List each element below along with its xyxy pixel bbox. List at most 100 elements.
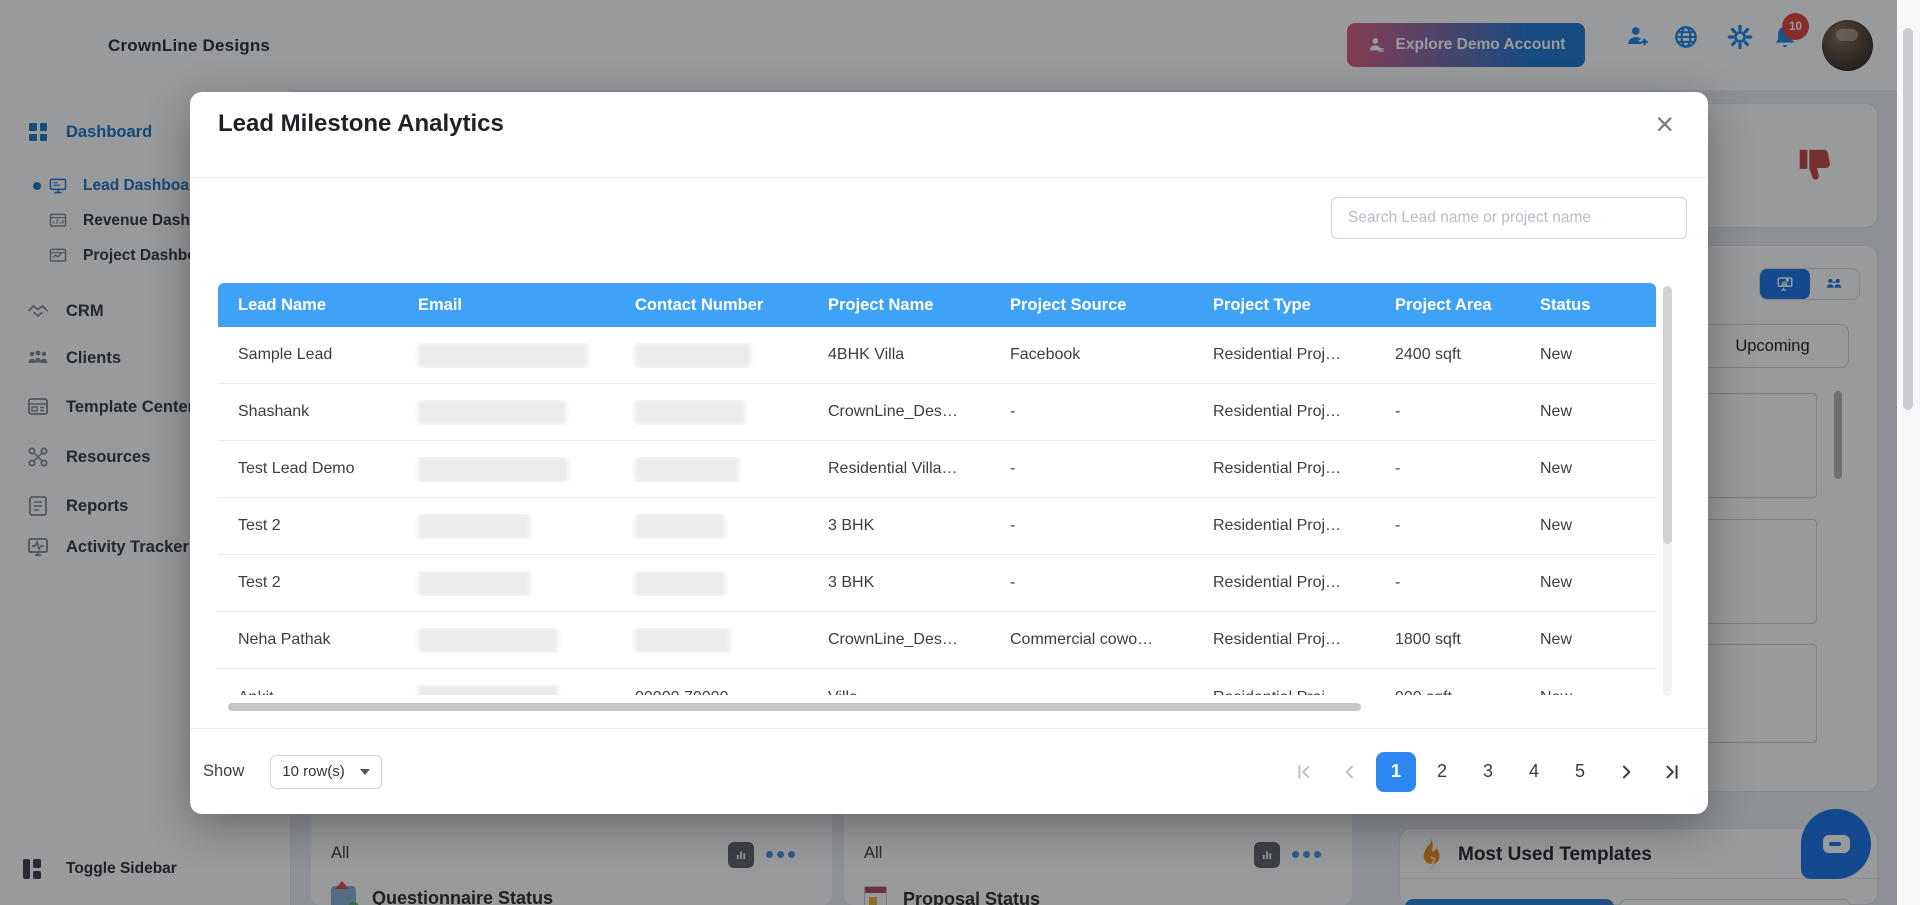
pagination: 12345 <box>1284 751 1692 792</box>
page-button-3[interactable]: 3 <box>1468 752 1508 792</box>
table-header-row: Lead Name Email Contact Number Project Name… <box>218 283 1656 327</box>
column-header-project-type: Project Type <box>1213 295 1311 314</box>
cell-email <box>398 456 615 482</box>
cell-project-type: Residential Proj… <box>1213 346 1342 363</box>
cell-project-type: Residential Proj… <box>1213 460 1342 477</box>
page-button-5[interactable]: 5 <box>1560 752 1600 792</box>
redacted-contact-block <box>635 627 730 653</box>
cell-project-source: - <box>990 689 1193 696</box>
column-header-lead-name: Lead Name <box>238 295 327 314</box>
cell-contact-number <box>615 570 808 596</box>
cell-contact-number <box>615 399 808 425</box>
page-button-4[interactable]: 4 <box>1514 752 1554 792</box>
column-header-project-area: Project Area <box>1395 295 1492 314</box>
first-page-button[interactable] <box>1284 752 1324 792</box>
cell-lead-name: Shashank <box>238 403 310 420</box>
cell-lead-name: Test Lead Demo <box>238 460 355 477</box>
column-header-contact-number: Contact Number <box>635 295 764 314</box>
cell-status: New <box>1540 460 1573 477</box>
cell-project-type: Residential Proj… <box>1213 574 1342 591</box>
redacted-contact-block <box>635 456 739 482</box>
table-row: Ankit 00000 70000Villa-Residential Proj…9… <box>218 669 1656 695</box>
page-button-2[interactable]: 2 <box>1422 752 1462 792</box>
lead-table: Lead Name Email Contact Number Project Name… <box>218 283 1656 695</box>
redacted-contact-block <box>635 570 725 596</box>
cell-project-name: 3 BHK <box>828 574 875 591</box>
partial-table-row: Ankit 00000 70000Villa-Residential Proj…9… <box>218 669 1656 695</box>
table-body: Sample Lead 4BHK Villa Facebook Residential… <box>218 327 1656 669</box>
cell-project-source: - <box>1010 517 1016 534</box>
table-vertical-scrollbar-thumb[interactable] <box>1663 286 1672 544</box>
page-button-1[interactable]: 1 <box>1376 751 1416 792</box>
show-label: Show <box>203 762 245 780</box>
cell-project-name: Villa <box>808 689 990 696</box>
cell-project-name: 4BHK Villa <box>828 346 905 363</box>
previous-page-button[interactable] <box>1330 752 1370 792</box>
cell-project-type: Residential Proj… <box>1213 517 1342 534</box>
cell-lead-name: Test 2 <box>238 574 281 591</box>
cell-contact-number <box>615 513 808 539</box>
table-row: Shashank CrownLine_Des… - Residential Proj…… <box>218 384 1656 441</box>
table-row: Test Lead Demo Residential Villa… - Residen… <box>218 441 1656 498</box>
cell-status: New <box>1540 631 1573 648</box>
cell-project-type: Residential Proj… <box>1213 403 1342 420</box>
cell-status: New <box>1540 346 1573 363</box>
cell-project-name: CrownLine_Des… <box>828 403 958 420</box>
cell-project-area: - <box>1395 517 1401 534</box>
cell-email <box>398 513 615 539</box>
cell-contact-number <box>615 627 808 653</box>
column-header-status: Status <box>1540 295 1591 314</box>
rows-per-page-value: 10 row(s) <box>282 763 345 780</box>
cell-email <box>398 685 615 695</box>
cell-email <box>398 399 615 425</box>
cell-project-area: - <box>1395 460 1401 477</box>
column-header-project-source: Project Source <box>1010 295 1127 314</box>
cell-project-area: - <box>1395 574 1401 591</box>
cell-status: New <box>1540 517 1573 534</box>
redacted-email-block <box>418 685 558 695</box>
redacted-contact-block <box>635 513 725 539</box>
redacted-email-block <box>418 513 530 539</box>
cell-project-area: 1800 sqft <box>1395 631 1461 648</box>
cell-project-area: 2400 sqft <box>1395 346 1461 363</box>
cell-project-area: 900 sqft <box>1375 689 1520 696</box>
cell-lead-name: Sample Lead <box>238 346 333 363</box>
cell-project-source: Facebook <box>1010 346 1081 363</box>
close-icon[interactable]: × <box>1655 108 1674 140</box>
rows-per-page-select[interactable]: 10 row(s) <box>270 754 383 789</box>
divider <box>190 177 1708 178</box>
page-scrollbar-thumb[interactable] <box>1903 28 1913 410</box>
cell-lead-name: Neha Pathak <box>238 631 331 648</box>
redacted-email-block <box>418 627 558 653</box>
column-header-project-name: Project Name <box>828 295 934 314</box>
chevron-down-icon <box>360 768 371 775</box>
next-page-button[interactable] <box>1606 752 1646 792</box>
cell-project-type: Residential Proj… <box>1193 689 1375 696</box>
cell-project-source: - <box>1010 403 1016 420</box>
lead-milestone-analytics-modal: Lead Milestone Analytics × Lead Name Emai… <box>190 92 1708 814</box>
table-row: Test 2 3 BHK - Residential Proj… - New <box>218 555 1656 612</box>
redacted-email-block <box>418 570 530 596</box>
redacted-contact-block <box>635 342 751 368</box>
last-page-button[interactable] <box>1652 752 1692 792</box>
cell-status: New <box>1540 403 1573 420</box>
cell-lead-name: Ankit <box>218 689 398 696</box>
cell-project-area: - <box>1395 403 1401 420</box>
column-header-email: Email <box>418 295 463 314</box>
modal-title: Lead Milestone Analytics <box>218 110 504 137</box>
table-vertical-scrollbar[interactable] <box>1663 286 1672 696</box>
search-input[interactable] <box>1331 197 1687 239</box>
table-horizontal-scrollbar-thumb[interactable] <box>228 703 1361 711</box>
cell-project-source: Commercial cowo… <box>1010 631 1154 648</box>
table-row: Neha Pathak CrownLine_Des… Commercial cowo… <box>218 612 1656 669</box>
cell-status: New <box>1540 574 1573 591</box>
page-scrollbar[interactable] <box>1897 0 1920 905</box>
cell-email <box>398 627 615 653</box>
cell-status: New <box>1520 689 1656 696</box>
cell-project-source: - <box>1010 460 1016 477</box>
redacted-contact-block <box>635 399 745 425</box>
modal-footer: Show 10 row(s) 12345 <box>190 728 1708 814</box>
cell-contact-number <box>615 456 808 482</box>
redacted-email-block <box>418 399 566 425</box>
redacted-email-block <box>418 342 588 368</box>
